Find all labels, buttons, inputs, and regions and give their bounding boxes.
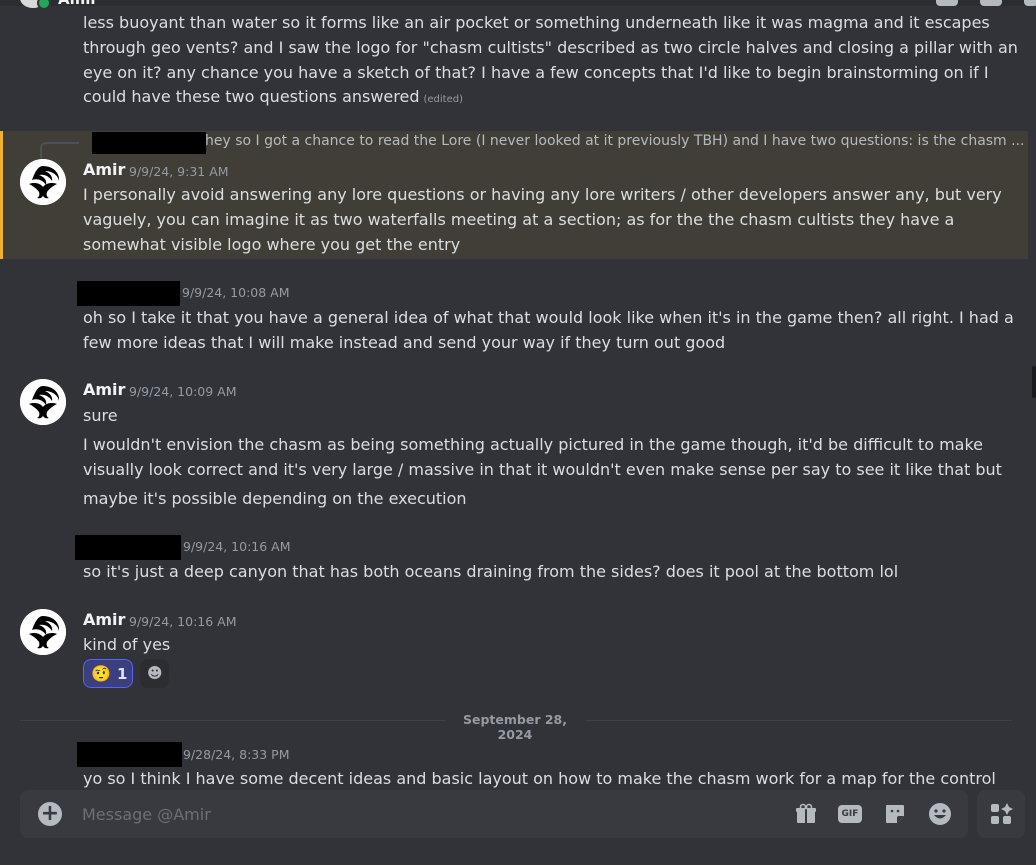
timestamp: 9/28/24, 8:33 PM	[183, 747, 290, 762]
message-line: yo so I think I have some decent ideas a…	[83, 769, 996, 788]
timestamp: 9/9/24, 10:08 AM	[182, 285, 290, 300]
message-line: eye on it? any chance you have a sketch …	[83, 63, 989, 82]
date-divider-line	[585, 720, 1012, 721]
message-line: could have these two questions answered(…	[83, 84, 463, 112]
phoenix-logo-icon	[20, 159, 66, 205]
redacted-username	[77, 742, 182, 767]
edited-label: (edited)	[423, 94, 464, 105]
message-line: oh so I take it that you have a general …	[83, 308, 1014, 327]
upload-plus-icon[interactable]: +	[38, 802, 62, 826]
avatar[interactable]	[20, 609, 66, 655]
gif-icon[interactable]: GIF	[838, 805, 862, 823]
channel-header	[0, 0, 1036, 6]
timestamp: 9/9/24, 9:31 AM	[129, 164, 229, 179]
timestamp: 9/9/24, 10:16 AM	[129, 614, 237, 629]
message-line: sure	[83, 406, 118, 425]
redacted-username	[75, 535, 181, 560]
header-recipient-name[interactable]: Amir	[58, 0, 98, 8]
online-status-icon	[37, 0, 51, 10]
author-name[interactable]: Amir	[83, 160, 125, 179]
message-line: few more ideas that I will make instead …	[83, 333, 726, 352]
message-line: vaguely, you can imagine it as two water…	[83, 210, 955, 229]
redacted-username	[77, 281, 180, 306]
avatar[interactable]	[20, 159, 66, 205]
message-composer: + GIF	[20, 790, 968, 838]
timestamp: 9/9/24, 10:09 AM	[129, 384, 237, 399]
message-line: through geo vents? and I saw the logo fo…	[83, 38, 1018, 57]
redacted-username	[92, 132, 206, 154]
avatar[interactable]	[20, 379, 66, 425]
message-line: I wouldn't envision the chasm as being s…	[83, 435, 983, 454]
more-icon[interactable]	[1024, 0, 1036, 6]
message-line: I personally avoid answering any lore qu…	[83, 185, 1002, 204]
voice-call-icon[interactable]	[936, 0, 958, 6]
phoenix-logo-icon	[20, 379, 66, 425]
reaction-count: 1	[117, 665, 128, 683]
add-reaction-button[interactable]: ☻	[140, 659, 169, 688]
message-line: maybe it's possible depending on the exe…	[83, 489, 467, 508]
scrollbar-thumb[interactable]	[1032, 366, 1036, 398]
message-input[interactable]	[82, 802, 762, 826]
date-divider: September 28, 2024	[445, 712, 585, 742]
date-divider-line	[20, 720, 445, 721]
reaction-button[interactable]: 🤨 1	[83, 659, 133, 688]
message-line: somewhat visible logo where you get the …	[83, 235, 461, 254]
author-name[interactable]: Amir	[83, 380, 125, 399]
message-line: less buoyant than water so it forms like…	[83, 13, 990, 32]
phoenix-logo-icon	[20, 609, 66, 655]
reply-spine	[40, 142, 79, 158]
apps-icon	[991, 803, 1013, 824]
reply-preview[interactable]: hey so I got a chance to read the Lore (…	[205, 133, 1025, 149]
video-call-icon[interactable]	[980, 0, 1002, 6]
smile-icon: ☻	[147, 664, 163, 682]
sticker-icon[interactable]	[883, 802, 907, 826]
message-line: visually look correct and it's very larg…	[83, 460, 1002, 479]
author-name[interactable]: Amir	[83, 610, 125, 629]
gift-icon[interactable]	[794, 802, 818, 826]
app-launcher-button[interactable]	[977, 790, 1025, 838]
message-line: so it's just a deep canyon that has both…	[83, 562, 899, 581]
raised-eyebrow-emoji-icon: 🤨	[91, 664, 111, 683]
message-line-text: could have these two questions answered	[83, 87, 420, 106]
emoji-picker-icon[interactable]	[928, 802, 952, 826]
timestamp: 9/9/24, 10:16 AM	[183, 539, 291, 554]
message-line: kind of yes	[83, 635, 171, 654]
